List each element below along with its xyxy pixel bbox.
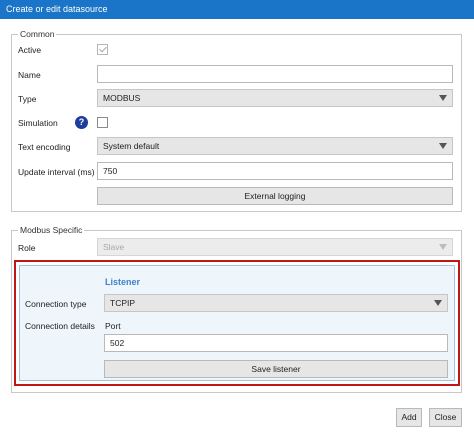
role-value: Slave [103,242,125,252]
role-label: Role [18,243,36,253]
name-field[interactable] [97,65,453,83]
window-title: Create or edit datasource [6,4,108,14]
simulation-checkbox[interactable] [97,117,108,128]
help-icon[interactable]: ? [75,116,88,129]
chevron-down-icon [439,143,447,149]
port-field[interactable]: 502 [104,334,448,352]
title-bar: Create or edit datasource [0,0,474,19]
active-checkbox[interactable] [97,44,108,55]
connection-type-value: TCPIP [110,298,136,308]
chevron-down-icon [434,300,442,306]
listener-title: Listener [105,277,141,287]
type-value: MODBUS [103,93,141,103]
common-legend: Common [18,29,57,39]
connection-type-dropdown[interactable]: TCPIP [104,294,448,312]
text-encoding-label: Text encoding [18,142,71,152]
text-encoding-dropdown[interactable]: System default [97,137,453,155]
connection-details-label: Connection details [25,321,95,331]
simulation-label: Simulation [18,118,58,128]
active-label: Active [18,45,42,55]
port-label: Port [105,321,121,331]
name-label: Name [18,70,41,80]
modbus-legend: Modbus Specific [18,225,85,235]
connection-type-label: Connection type [25,299,87,309]
role-dropdown: Slave [97,238,453,256]
type-dropdown[interactable]: MODBUS [97,89,453,107]
close-button[interactable]: Close [429,408,462,427]
save-listener-button[interactable]: Save listener [104,360,448,378]
text-encoding-value: System default [103,141,160,151]
chevron-down-icon [439,95,447,101]
update-interval-field[interactable]: 750 [97,162,453,180]
type-label: Type [18,94,37,104]
chevron-down-icon [439,244,447,250]
add-button[interactable]: Add [396,408,422,427]
update-interval-label: Update interval (ms) [18,167,95,177]
external-logging-button[interactable]: External logging [97,187,453,205]
